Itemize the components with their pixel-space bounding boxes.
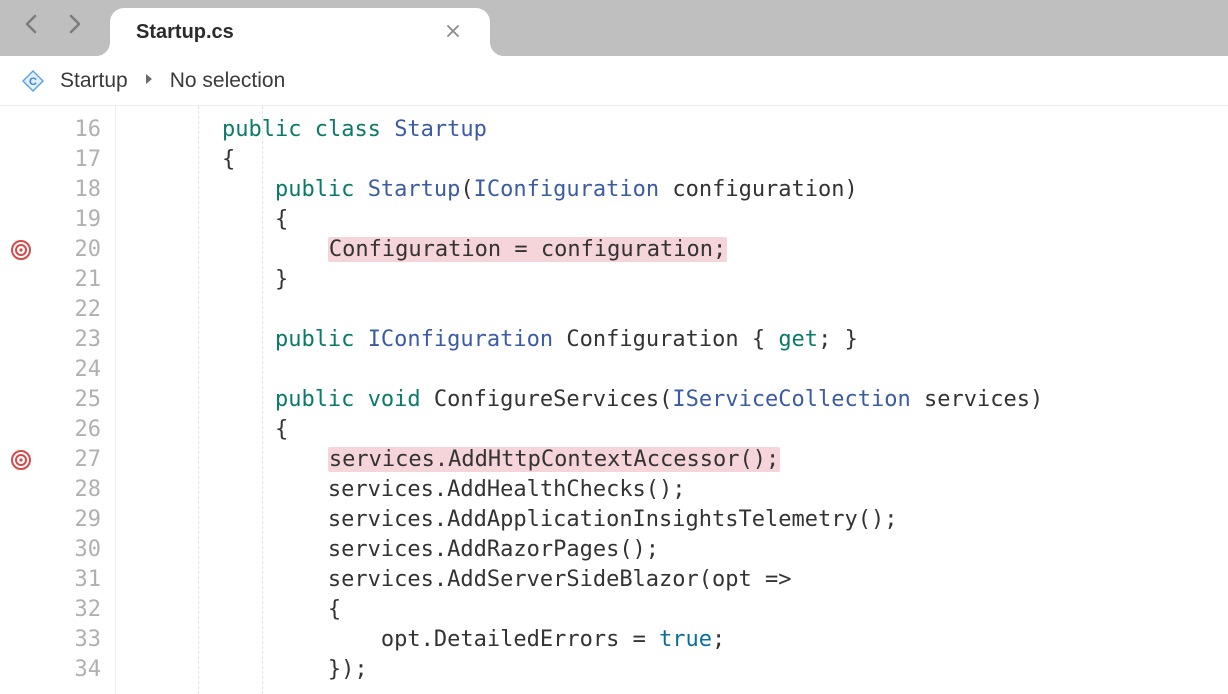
- code-line[interactable]: [116, 294, 1228, 324]
- line-number: 32: [44, 597, 115, 622]
- gutter-markers: [0, 106, 44, 694]
- code-line[interactable]: {: [116, 414, 1228, 444]
- line-number: 31: [44, 567, 115, 592]
- code-line[interactable]: services.AddRazorPages();: [116, 534, 1228, 564]
- forward-button[interactable]: [68, 14, 82, 40]
- code-line[interactable]: services.AddHttpContextAccessor();: [116, 444, 1228, 474]
- nav-arrows: [18, 14, 92, 56]
- chevron-right-icon: [144, 72, 154, 89]
- gutter-line-numbers: 16 17 18 19 20 21 22 23 24 25 26 27 28 2…: [44, 106, 116, 694]
- code-line[interactable]: public IConfiguration Configuration { ge…: [116, 324, 1228, 354]
- line-number: 26: [44, 417, 115, 442]
- line-number: 20: [44, 237, 115, 262]
- code-line[interactable]: }: [116, 264, 1228, 294]
- code-editor[interactable]: 16 17 18 19 20 21 22 23 24 25 26 27 28 2…: [0, 106, 1228, 694]
- line-number: 17: [44, 147, 115, 172]
- breadcrumb-bar: C Startup No selection: [0, 56, 1228, 106]
- code-area[interactable]: public class Startup { public Startup(IC…: [116, 106, 1228, 694]
- line-number: 21: [44, 267, 115, 292]
- code-line[interactable]: {: [116, 144, 1228, 174]
- back-button[interactable]: [24, 14, 38, 40]
- class-icon: C: [22, 70, 44, 92]
- code-line[interactable]: services.AddHealthChecks();: [116, 474, 1228, 504]
- breakpoint-marker-icon[interactable]: [10, 239, 32, 261]
- code-line[interactable]: public Startup(IConfiguration configurat…: [116, 174, 1228, 204]
- code-line[interactable]: public void ConfigureServices(IServiceCo…: [116, 384, 1228, 414]
- breakpoint-marker-icon[interactable]: [10, 449, 32, 471]
- line-number: 28: [44, 477, 115, 502]
- line-number: 23: [44, 327, 115, 352]
- tab-title: Startup.cs: [136, 21, 442, 44]
- line-number: 30: [44, 537, 115, 562]
- code-line[interactable]: {: [116, 204, 1228, 234]
- code-line[interactable]: opt.DetailedErrors = true;: [116, 624, 1228, 654]
- breadcrumb-item-1[interactable]: Startup: [60, 69, 128, 93]
- line-number: 25: [44, 387, 115, 412]
- code-line[interactable]: [116, 354, 1228, 384]
- code-line[interactable]: services.AddServerSideBlazor(opt =>: [116, 564, 1228, 594]
- line-number: 19: [44, 207, 115, 232]
- code-line[interactable]: });: [116, 654, 1228, 684]
- code-line[interactable]: Configuration = configuration;: [116, 234, 1228, 264]
- line-number: 24: [44, 357, 115, 382]
- line-number: 16: [44, 117, 115, 142]
- code-line[interactable]: {: [116, 594, 1228, 624]
- file-tab[interactable]: Startup.cs: [110, 8, 490, 56]
- close-tab-button[interactable]: [442, 18, 464, 47]
- line-number: 33: [44, 627, 115, 652]
- code-line[interactable]: services.AddApplicationInsightsTelemetry…: [116, 504, 1228, 534]
- line-number: 27: [44, 447, 115, 472]
- tab-bar: Startup.cs: [0, 0, 1228, 56]
- svg-text:C: C: [29, 76, 37, 88]
- code-line[interactable]: public class Startup: [116, 114, 1228, 144]
- line-number: 34: [44, 657, 115, 682]
- line-number: 22: [44, 297, 115, 322]
- line-number: 18: [44, 177, 115, 202]
- line-number: 29: [44, 507, 115, 532]
- breadcrumb-item-2[interactable]: No selection: [170, 69, 286, 93]
